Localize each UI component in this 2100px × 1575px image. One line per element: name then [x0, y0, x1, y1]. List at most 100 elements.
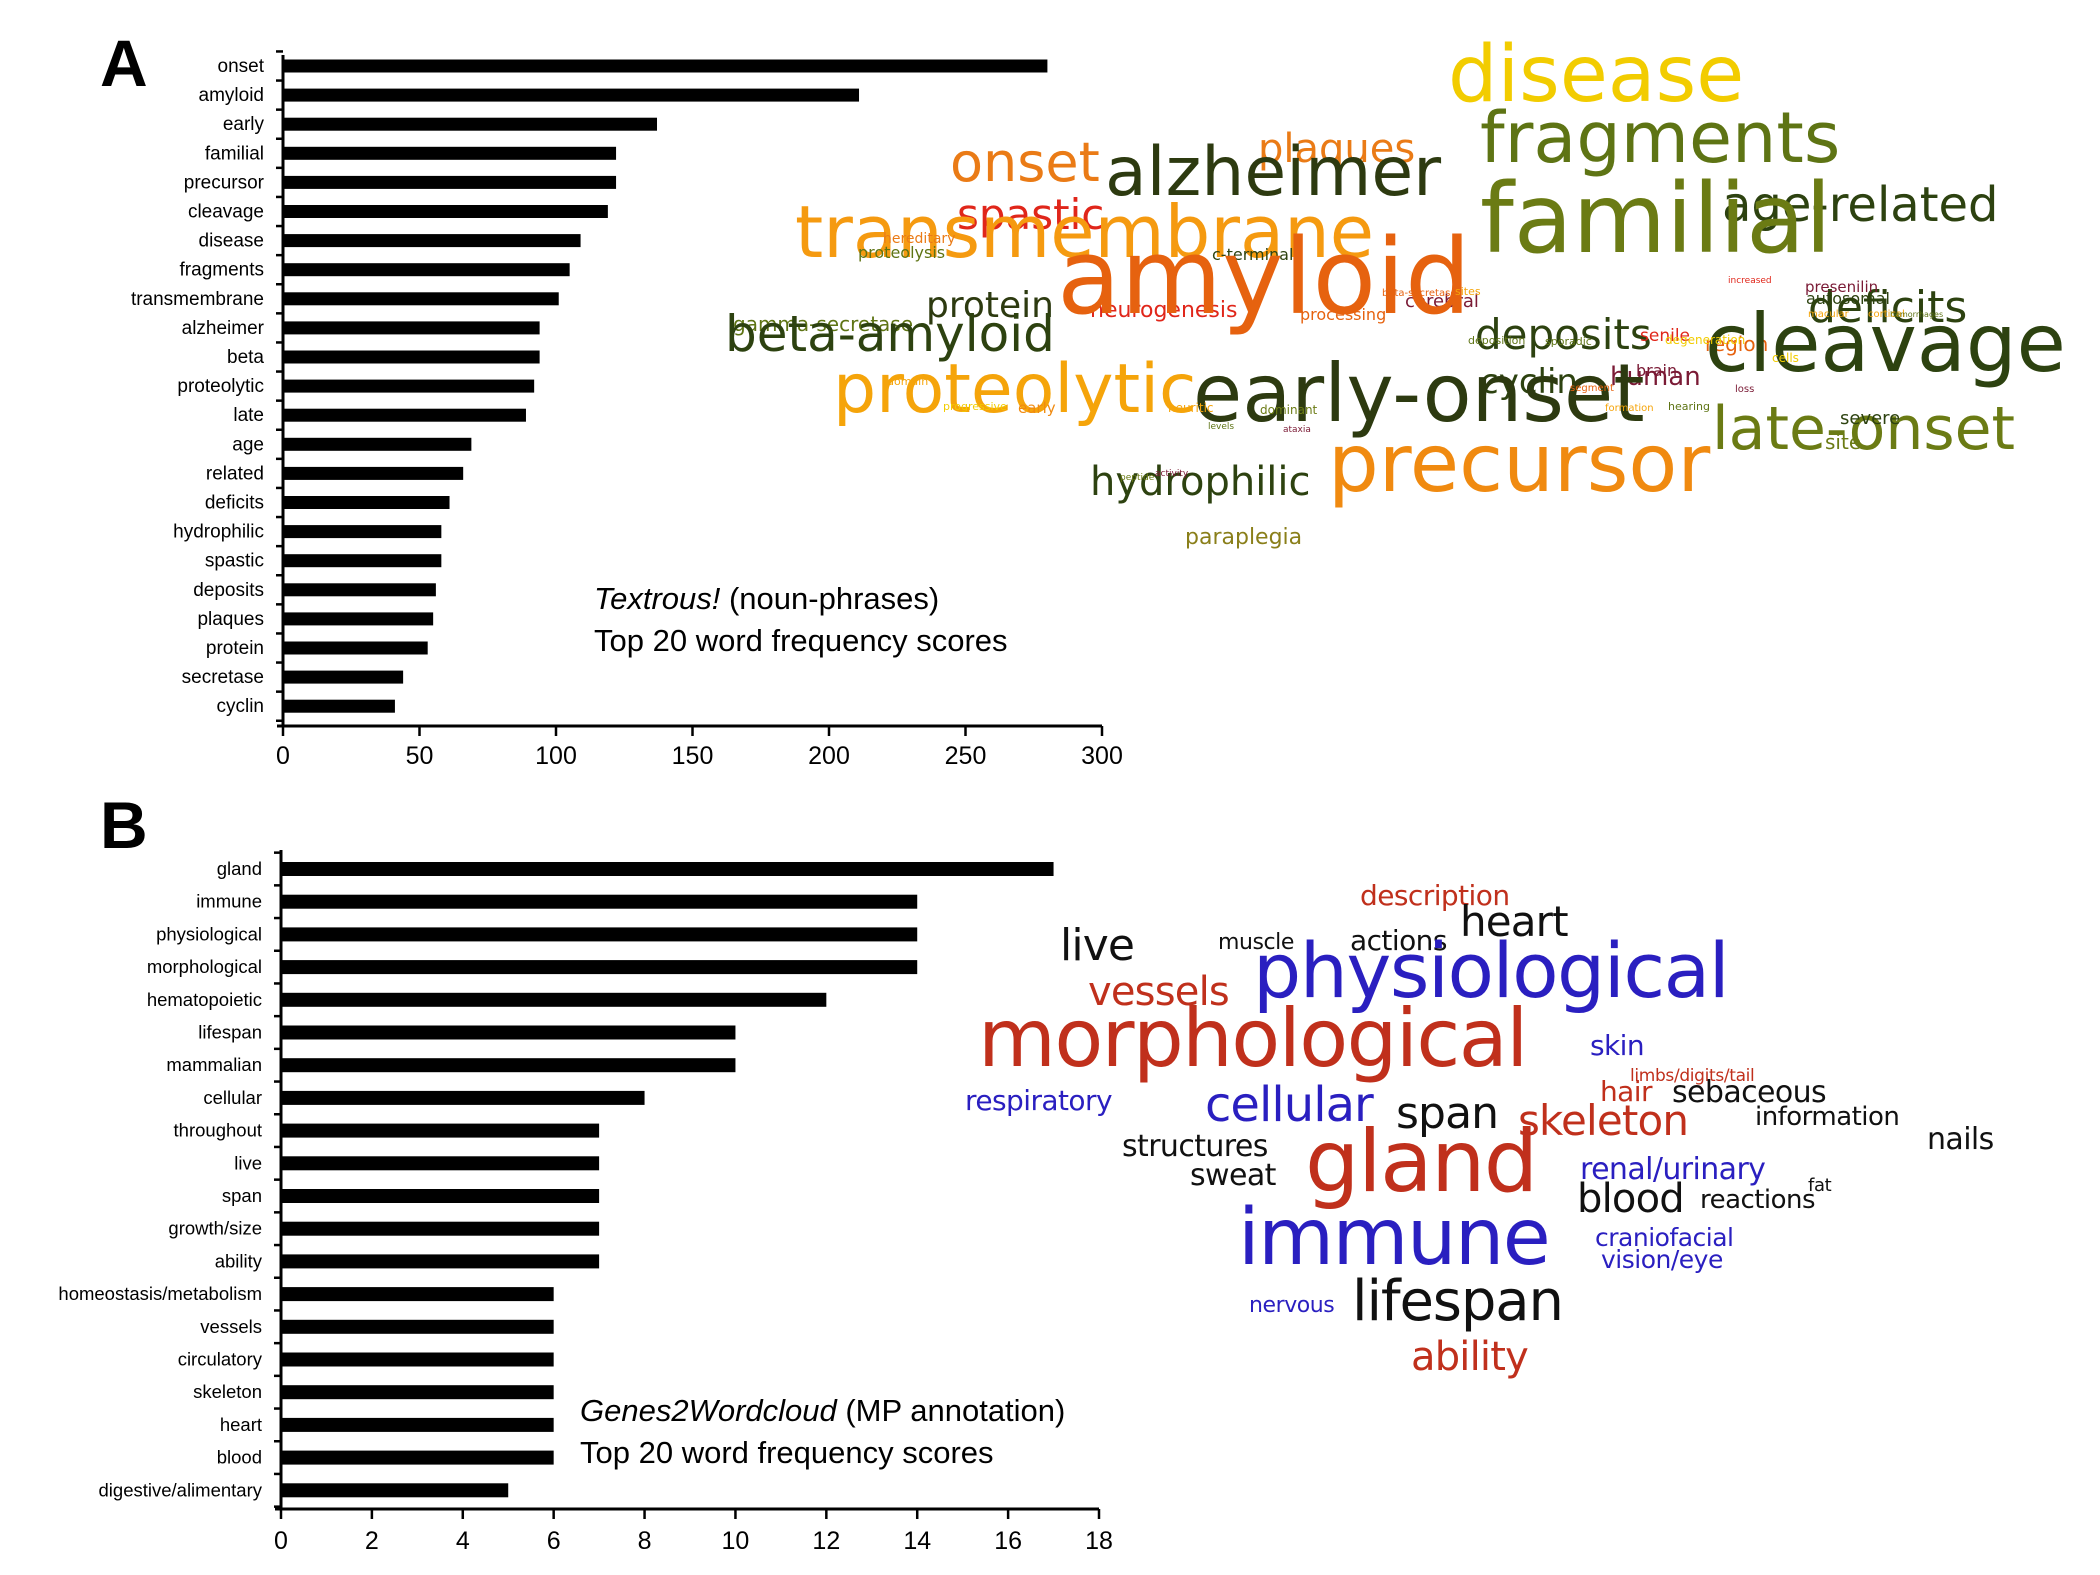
- panel-a-category-label: protein: [206, 638, 264, 659]
- panel-b-x-tick-label: 12: [812, 1527, 840, 1555]
- panel-a-bar: [284, 525, 442, 539]
- panel-b-bar: [282, 1254, 600, 1269]
- panel-a-bar: [284, 292, 559, 306]
- panel-a-category-label: amyloid: [199, 85, 264, 106]
- panel-a-bar: [284, 641, 428, 655]
- panel-a-x-tick-label: 0: [276, 742, 290, 770]
- panel-a-cloud-word: beta-secretase: [1382, 287, 1457, 299]
- panel-a-category-label: secretase: [182, 667, 264, 688]
- panel-b-category-label: growth/size: [168, 1218, 262, 1239]
- panel-b-category-label: mammalian: [166, 1054, 262, 1075]
- panel-b-bar: [282, 1287, 554, 1302]
- panel-a-cloud-word: familial: [1480, 163, 1832, 276]
- panel-a-bar: [284, 670, 404, 684]
- panel-a-category-label: beta: [227, 347, 264, 368]
- panel-b-cloud-word: information: [1755, 1101, 1900, 1132]
- panel-b-bar: [282, 1385, 554, 1400]
- panel-b-category-label: morphological: [147, 956, 262, 977]
- panel-a-cloud-word: paraplegia: [1185, 524, 1303, 550]
- panel-a-category-label: cleavage: [188, 202, 264, 223]
- panel-b-category-label: immune: [196, 891, 262, 912]
- panel-b-category-label: throughout: [174, 1120, 262, 1141]
- panel-b-cloud-word: skeleton: [1518, 1095, 1689, 1145]
- panel-b-bar: [282, 1058, 736, 1073]
- panel-a-category-label: cyclin: [216, 696, 264, 717]
- panel-b-x-tick-label: 2: [365, 1527, 379, 1555]
- panel-a-category-label: deposits: [193, 580, 264, 601]
- panel-a-category-label: plaques: [197, 609, 264, 630]
- panel-a-category-label: deficits: [205, 493, 264, 514]
- panel-b-bar: [282, 960, 918, 975]
- panel-a-category-label: age: [232, 434, 264, 455]
- panel-a-cloud-word: precursor: [1328, 417, 1711, 511]
- panel-a-bar: [284, 350, 540, 364]
- panel-a-cloud-word: loss: [1735, 383, 1755, 395]
- panel-b-bar: [282, 1221, 600, 1236]
- panel-a-cloud-word: onset: [950, 130, 1100, 194]
- panel-a-x-tick-label: 100: [535, 742, 577, 770]
- panel-a-cloud-word: domain: [887, 374, 929, 388]
- panel-a-cloud-word: hearing: [1668, 399, 1711, 413]
- panel-a-bar: [284, 583, 436, 597]
- panel-b-bar: [282, 927, 918, 942]
- panel-a-x-tick-label: 300: [1081, 742, 1123, 770]
- panel-b-bar: [282, 992, 827, 1007]
- panel-b-cloud-word: reactions: [1700, 1184, 1816, 1215]
- panel-b-category-label: blood: [217, 1447, 262, 1468]
- panel-a-cloud-word: proteolysis: [858, 242, 946, 262]
- panel-a-cloud-word: severe: [1840, 408, 1901, 430]
- panel-b-bar: [282, 1352, 554, 1367]
- panel-a-cloud-word: amyloid: [1057, 215, 1472, 338]
- panel-a-caption-line2: Top 20 word frequency scores: [594, 623, 1008, 658]
- panel-b-cloud-word: vision/eye: [1601, 1244, 1723, 1274]
- panel-a-caption-method: (noun-phrases): [720, 581, 940, 616]
- panel-b-bar: [282, 894, 918, 909]
- panel-a-bar: [284, 379, 535, 393]
- panel-b-cloud-word: respiratory: [965, 1084, 1113, 1118]
- panel-b-category-label: live: [234, 1152, 262, 1173]
- panel-a-cloud-word: neuritic: [1168, 401, 1214, 416]
- panel-a-bar: [284, 234, 581, 248]
- panel-b-bar: [282, 1483, 509, 1498]
- panel-b-bar: [282, 1025, 736, 1040]
- panel-a-bar: [284, 699, 395, 713]
- panel-a-category-label: early: [223, 114, 265, 135]
- panel-a-caption: Textrous! (noun-phrases) Top 20 word fre…: [594, 578, 1008, 662]
- panel-b-caption-line2: Top 20 word frequency scores: [580, 1435, 994, 1470]
- panel-a-category-label: alzheimer: [182, 318, 265, 339]
- panel-b-bar: [282, 1189, 600, 1203]
- panel-b-bar: [282, 1090, 645, 1105]
- panel-b-bar: [282, 1450, 554, 1465]
- panel-b-cloud-word: live: [1060, 919, 1135, 971]
- panel-b-bar: [282, 1417, 554, 1432]
- panel-b-category-label: span: [222, 1185, 262, 1206]
- panel-b-category-label: lifespan: [198, 1022, 262, 1043]
- panel-b-category-label: hematopoietic: [147, 989, 262, 1010]
- panel-a-bar: [284, 437, 472, 451]
- panel-b-x-tick-label: 18: [1085, 1527, 1113, 1555]
- panel-b-cloud-word: morphological: [978, 992, 1528, 1086]
- panel-b-caption: Genes2Wordcloud (MP annotation) Top 20 w…: [580, 1390, 1065, 1474]
- panel-a-cloud-word: levels: [1208, 421, 1235, 432]
- panel-a-x-tick-label: 150: [672, 742, 714, 770]
- panel-a-cloud-word: proteolytic: [833, 350, 1197, 430]
- panel-a-cloud-word: ataxia: [1283, 424, 1311, 435]
- panel-a-cloud-word: hemorrhages: [1890, 310, 1944, 320]
- panel-b-x-tick-label: 0: [274, 1527, 288, 1555]
- panel-b-cloud-word: nails: [1927, 1122, 1994, 1158]
- panel-a-category-label: familial: [205, 143, 264, 164]
- panel-a-cloud-word: macular: [1808, 308, 1849, 320]
- panel-a-bar: [284, 466, 464, 480]
- panel-b-bar: [282, 1319, 554, 1334]
- panel-a-category-label: related: [206, 463, 264, 484]
- panel-a-cloud-word: site: [1825, 429, 1862, 454]
- panel-a-bar: [284, 263, 570, 277]
- panel-a-cloud-word: peptide: [1120, 472, 1155, 483]
- panel-a-category-label: disease: [199, 231, 265, 252]
- panel-a-category-label: late: [233, 405, 264, 426]
- panel-b-bar: [282, 862, 1054, 876]
- panel-b-category-label: cellular: [203, 1087, 262, 1108]
- panel-b-x-tick-label: 14: [903, 1527, 931, 1555]
- panel-a-cloud-word: increased: [1728, 275, 1772, 286]
- panel-a-x-tick-label: 200: [808, 742, 850, 770]
